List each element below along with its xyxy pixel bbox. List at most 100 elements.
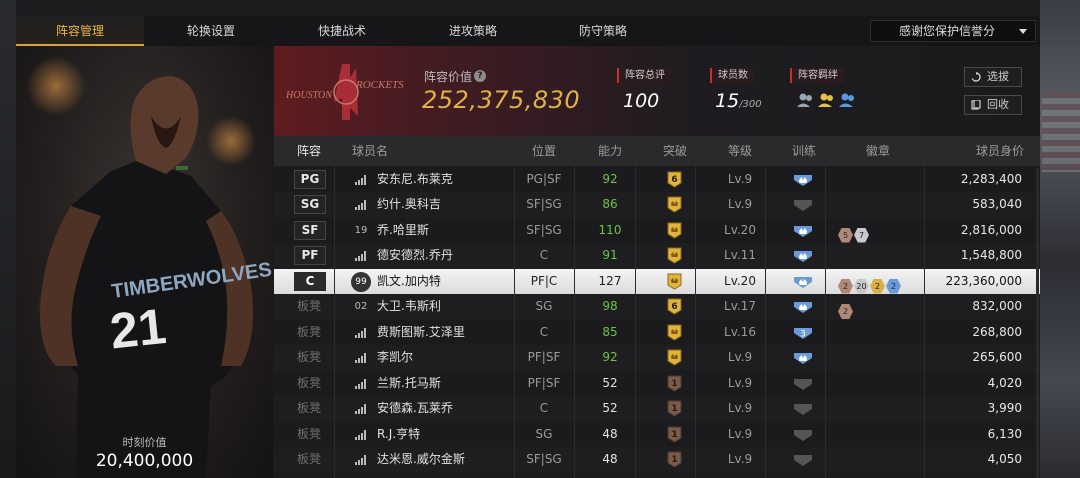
player-level: Lv.17 [724, 299, 756, 313]
signal-bars-icon [355, 404, 367, 414]
training-icon[interactable] [793, 248, 813, 263]
player-name[interactable]: 达米恩.威尔金斯 [377, 447, 465, 472]
training-icon[interactable] [793, 427, 813, 442]
training-icon[interactable] [793, 223, 813, 238]
header-level[interactable]: 等级 [720, 136, 760, 166]
pick-button[interactable]: 选拔 [964, 67, 1022, 87]
player-level: Lv.9 [727, 171, 753, 186]
table-row[interactable]: C 99 凯文.加内特 PF|C 127 Lv.20 2 20 2 2 223,360,000 [274, 268, 1040, 294]
training-icon[interactable] [793, 401, 813, 416]
player-value: 3,990 [987, 401, 1022, 415]
slot-bench: 板凳 [296, 324, 321, 339]
lineup-bond-label: 阵容羁绊 [790, 68, 844, 83]
tab-quick-tactics[interactable]: 快捷战术 [278, 16, 406, 46]
player-value: 223,360,000 [945, 273, 1022, 288]
player-value: 6,130 [987, 426, 1022, 441]
table-row[interactable]: 板凳 费斯图斯.艾泽里 C 85 Lv.16 3 268,800 [274, 320, 1040, 346]
svg-text:21: 21 [107, 298, 168, 360]
player-position: PF|C [530, 273, 558, 288]
player-name[interactable]: R.J.亨特 [377, 422, 420, 447]
training-icon[interactable] [793, 274, 813, 289]
player-value: 265,600 [972, 350, 1022, 364]
header-player-name[interactable]: 球员名 [350, 136, 390, 166]
player-name[interactable]: 安东尼.布莱克 [377, 167, 453, 192]
player-position: SG [535, 426, 553, 441]
table-row[interactable]: 板凳 安德森.瓦莱乔 C 52 1 Lv.9 3,990 [274, 396, 1040, 422]
header-player-value[interactable]: 球员身价 [968, 136, 1032, 166]
training-icon[interactable] [793, 299, 813, 314]
tab-bar: 阵容管理 轮换设置 快捷战术 进攻策略 防守策略 感谢您保护信誉分 [16, 16, 1040, 46]
training-icon[interactable] [793, 376, 813, 391]
scrollbar[interactable] [1036, 168, 1039, 478]
lineup-rating-label: 阵容总评 [617, 68, 671, 83]
player-ability: 48 [602, 426, 618, 441]
filter-dropdown[interactable]: 感谢您保护信誉分 [870, 20, 1036, 42]
badge-icon[interactable]: 2 [886, 278, 901, 294]
player-ability: 98 [602, 299, 618, 313]
breakthrough-icon [667, 222, 682, 239]
player-name[interactable]: 德安德烈.乔丹 [377, 243, 453, 268]
player-name[interactable]: 大卫.韦斯利 [377, 294, 441, 319]
training-icon[interactable] [793, 452, 813, 467]
player-name[interactable]: 费斯图斯.艾泽里 [377, 320, 465, 345]
help-icon[interactable]: ? [474, 70, 486, 82]
header-position[interactable]: 位置 [524, 136, 564, 166]
signal-bars-icon [355, 429, 367, 440]
header-breakthrough[interactable]: 突破 [655, 136, 695, 166]
recycle-button-label: 回收 [987, 98, 1009, 111]
header-lineup[interactable]: 阵容 [286, 136, 332, 166]
header-training[interactable]: 训练 [784, 136, 824, 166]
signal-bars-icon [355, 174, 367, 185]
table-row[interactable]: PG 安东尼.布莱克 PG|SF 92 6 Lv.9 2,283,400 [274, 167, 1040, 193]
header-badges[interactable]: 徽章 [858, 136, 898, 166]
breakthrough-icon [667, 349, 682, 366]
svg-text:1: 1 [671, 379, 677, 389]
player-count-max: /300 [739, 99, 762, 110]
badge-icon[interactable]: 2 [838, 304, 853, 319]
player-level: Lv.9 [727, 197, 753, 211]
badge-icon[interactable]: 2 [870, 278, 885, 294]
tab-rotation-settings[interactable]: 轮换设置 [146, 16, 276, 46]
slot-badge: PG [294, 169, 326, 189]
slot-badge: SG [294, 195, 326, 214]
recycle-button[interactable]: 回收 [964, 95, 1022, 115]
player-name[interactable]: 安德森.瓦莱乔 [377, 396, 453, 421]
tab-defense-strategy[interactable]: 防守策略 [538, 16, 668, 46]
badge-icon[interactable]: 2 [838, 278, 853, 294]
bond-icons[interactable] [796, 92, 862, 108]
player-name[interactable]: 李凯尔 [377, 345, 413, 370]
training-icon[interactable]: 3 [793, 325, 813, 340]
table-row[interactable]: SF 19 乔.哈里斯 SF|SG 110 Lv.20 5 7 2,816,000 [274, 218, 1040, 244]
badge-icon[interactable]: 5 [838, 227, 853, 243]
player-portrait: TIMBERWOLVES 21 [40, 76, 273, 478]
pick-button-label: 选拔 [987, 70, 1009, 83]
header-ability[interactable]: 能力 [590, 136, 630, 166]
table-row[interactable]: SG 约什.奥科吉 SF|SG 86 Lv.9 583,040 [274, 192, 1040, 218]
player-name[interactable]: 凯文.加内特 [377, 269, 441, 294]
table-row[interactable]: 板凳 R.J.亨特 SG 48 1 Lv.9 6,130 [274, 422, 1040, 448]
tab-offense-strategy[interactable]: 进攻策略 [408, 16, 538, 46]
table-row[interactable]: PF 德安德烈.乔丹 C 91 Lv.11 1,548,800 [274, 243, 1040, 269]
team-summary-panel: HOUSTON ROCKETS 阵容价值 ? 252,375,830 阵容总评 … [274, 46, 1040, 136]
table-row[interactable]: 板凳 兰斯.托马斯 PF|SF 52 1 Lv.9 4,020 [274, 371, 1040, 397]
breakthrough-icon: 6 [667, 171, 682, 188]
player-name[interactable]: 乔.哈里斯 [377, 218, 429, 243]
table-row[interactable]: 板凳 达米恩.威尔金斯 SF|SG 48 1 Lv.9 4,050 [274, 447, 1040, 473]
training-icon[interactable] [793, 172, 813, 187]
table-row[interactable]: 板凳 02 大卫.韦斯利 SG 98 6 Lv.17 2 832,000 [274, 294, 1040, 320]
player-position: C [539, 401, 549, 415]
player-ability: 91 [602, 248, 618, 262]
player-value: 2,283,400 [960, 171, 1022, 186]
player-position: PF|SF [527, 350, 561, 364]
bond-icon-1 [797, 93, 812, 107]
player-name[interactable]: 约什.奥科吉 [377, 192, 441, 217]
player-name[interactable]: 兰斯.托马斯 [377, 371, 441, 396]
tab-lineup-management[interactable]: 阵容管理 [16, 16, 144, 46]
training-icon[interactable] [793, 197, 813, 212]
training-icon[interactable] [793, 350, 813, 365]
badge-icon[interactable]: 7 [854, 227, 869, 243]
slot-bench: 板凳 [296, 375, 321, 390]
table-row[interactable]: 板凳 李凯尔 PF|SF 92 Lv.9 265,600 [274, 345, 1040, 371]
badge-icon[interactable]: 20 [854, 278, 869, 294]
breakthrough-icon: 1 [667, 426, 682, 443]
